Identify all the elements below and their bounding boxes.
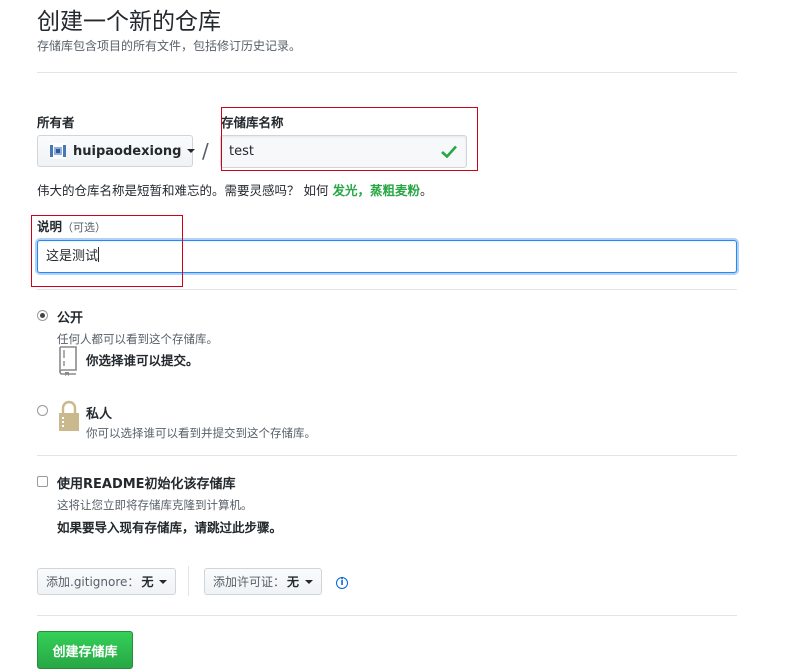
- public-note: 任何人都可以看到这个存储库。: [57, 332, 218, 346]
- owner-select-button[interactable]: huipaodexiong: [37, 135, 196, 167]
- hint-suffix: 。: [419, 183, 433, 198]
- gitignore-select-button[interactable]: 添加.gitignore： 无: [37, 568, 177, 595]
- public-extra: 你选择谁可以提交。: [86, 353, 199, 368]
- owner-avatar-icon: [50, 143, 66, 159]
- public-title: 公开: [57, 311, 84, 326]
- create-repository-button[interactable]: 创建存储库: [37, 631, 133, 669]
- divider: [37, 72, 737, 73]
- divider: [37, 455, 737, 456]
- page-title: 创建一个新的仓库: [37, 9, 221, 35]
- hint-suggestion-link[interactable]: 发光，蒸粗麦粉: [332, 183, 420, 198]
- owner-label: 所有者: [37, 115, 75, 130]
- divider: [37, 289, 737, 290]
- description-highlight-box: [31, 215, 183, 287]
- repo-name-hint: 伟大的仓库名称是短暂和难忘的。需要灵感吗？ 如何 发光，蒸粗麦粉。: [37, 180, 432, 199]
- readme-title: 使用README初始化该存储库: [57, 477, 236, 492]
- info-icon[interactable]: i: [336, 577, 348, 589]
- readme-extra: 如果要导入现有存储库，请跳过此步骤。: [57, 520, 283, 535]
- owner-name: huipaodexiong: [73, 143, 182, 159]
- license-label: 添加许可证：: [213, 575, 286, 589]
- private-note: 你可以选择谁可以看到并提交到这个存储库。: [86, 426, 316, 440]
- owner-repo-separator: /: [202, 139, 209, 163]
- page-subtitle: 存储库包含项目的所有文件，包括修订历史记录。: [37, 39, 302, 53]
- chevron-down-icon: [187, 149, 196, 153]
- private-radio[interactable]: [37, 405, 48, 416]
- repo-name-highlight-box: [221, 107, 478, 171]
- hint-text: 伟大的仓库名称是短暂和难忘的。需要灵感吗？ 如何: [37, 183, 333, 198]
- divider: [37, 615, 737, 616]
- book-icon: [57, 346, 79, 380]
- lock-icon: [57, 400, 81, 436]
- chevron-down-icon: [159, 579, 168, 584]
- private-title: 私人: [86, 407, 113, 422]
- gitignore-label: 添加.gitignore：: [46, 575, 140, 589]
- readme-checkbox[interactable]: [37, 476, 48, 487]
- license-select-button[interactable]: 添加许可证： 无: [204, 568, 323, 595]
- public-radio[interactable]: [37, 310, 48, 321]
- readme-note: 这将让您立即将存储库克隆到计算机。: [57, 498, 253, 512]
- gitignore-value: 无: [141, 575, 154, 589]
- license-value: 无: [287, 575, 300, 589]
- chevron-down-icon: [305, 579, 314, 584]
- select-separator: [188, 566, 189, 596]
